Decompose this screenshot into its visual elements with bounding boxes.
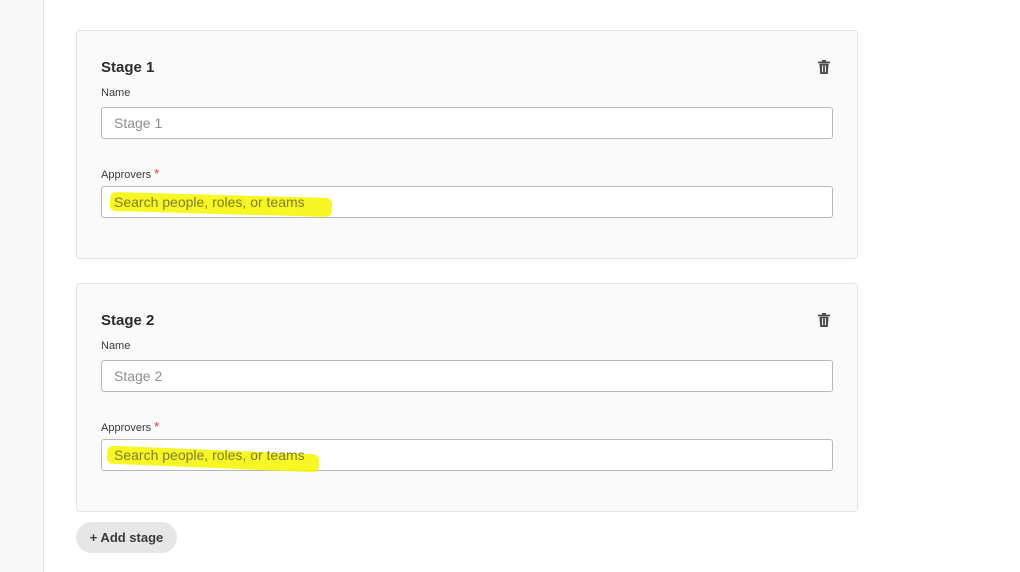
name-label: Name	[101, 340, 131, 352]
approvers-search-input[interactable]	[101, 186, 833, 218]
stage-name-input[interactable]	[101, 107, 833, 139]
approvers-field: Search people, roles, or teams	[101, 439, 833, 473]
required-asterisk: *	[154, 419, 160, 434]
trash-icon	[818, 60, 830, 74]
stage-card-2: Stage 2 Name Approvers* Search people, r…	[76, 283, 858, 512]
add-stage-button[interactable]: + Add stage	[76, 522, 177, 553]
stage-card-1: Stage 1 Name Approvers* Search people, r…	[76, 30, 858, 259]
approvers-label: Approvers *	[101, 419, 159, 434]
trash-icon	[818, 313, 830, 327]
stage-name-input[interactable]	[101, 360, 833, 392]
delete-stage-button[interactable]	[815, 311, 833, 329]
approvers-label: Approvers *	[101, 166, 159, 181]
approvers-label-text: Approvers	[101, 169, 152, 181]
page: Stage 1 Name Approvers* Search people, r…	[0, 0, 1020, 572]
stage-title: Stage 1	[101, 59, 155, 76]
stage-title: Stage 2	[101, 312, 155, 329]
approvers-search-input[interactable]	[101, 439, 833, 471]
left-rail	[0, 0, 44, 572]
name-label: Name	[101, 87, 131, 99]
approvers-label-text: Approvers	[101, 422, 152, 434]
approvers-field: Search people, roles, or teams	[101, 186, 833, 218]
delete-stage-button[interactable]	[815, 58, 833, 76]
required-asterisk: *	[154, 166, 160, 181]
